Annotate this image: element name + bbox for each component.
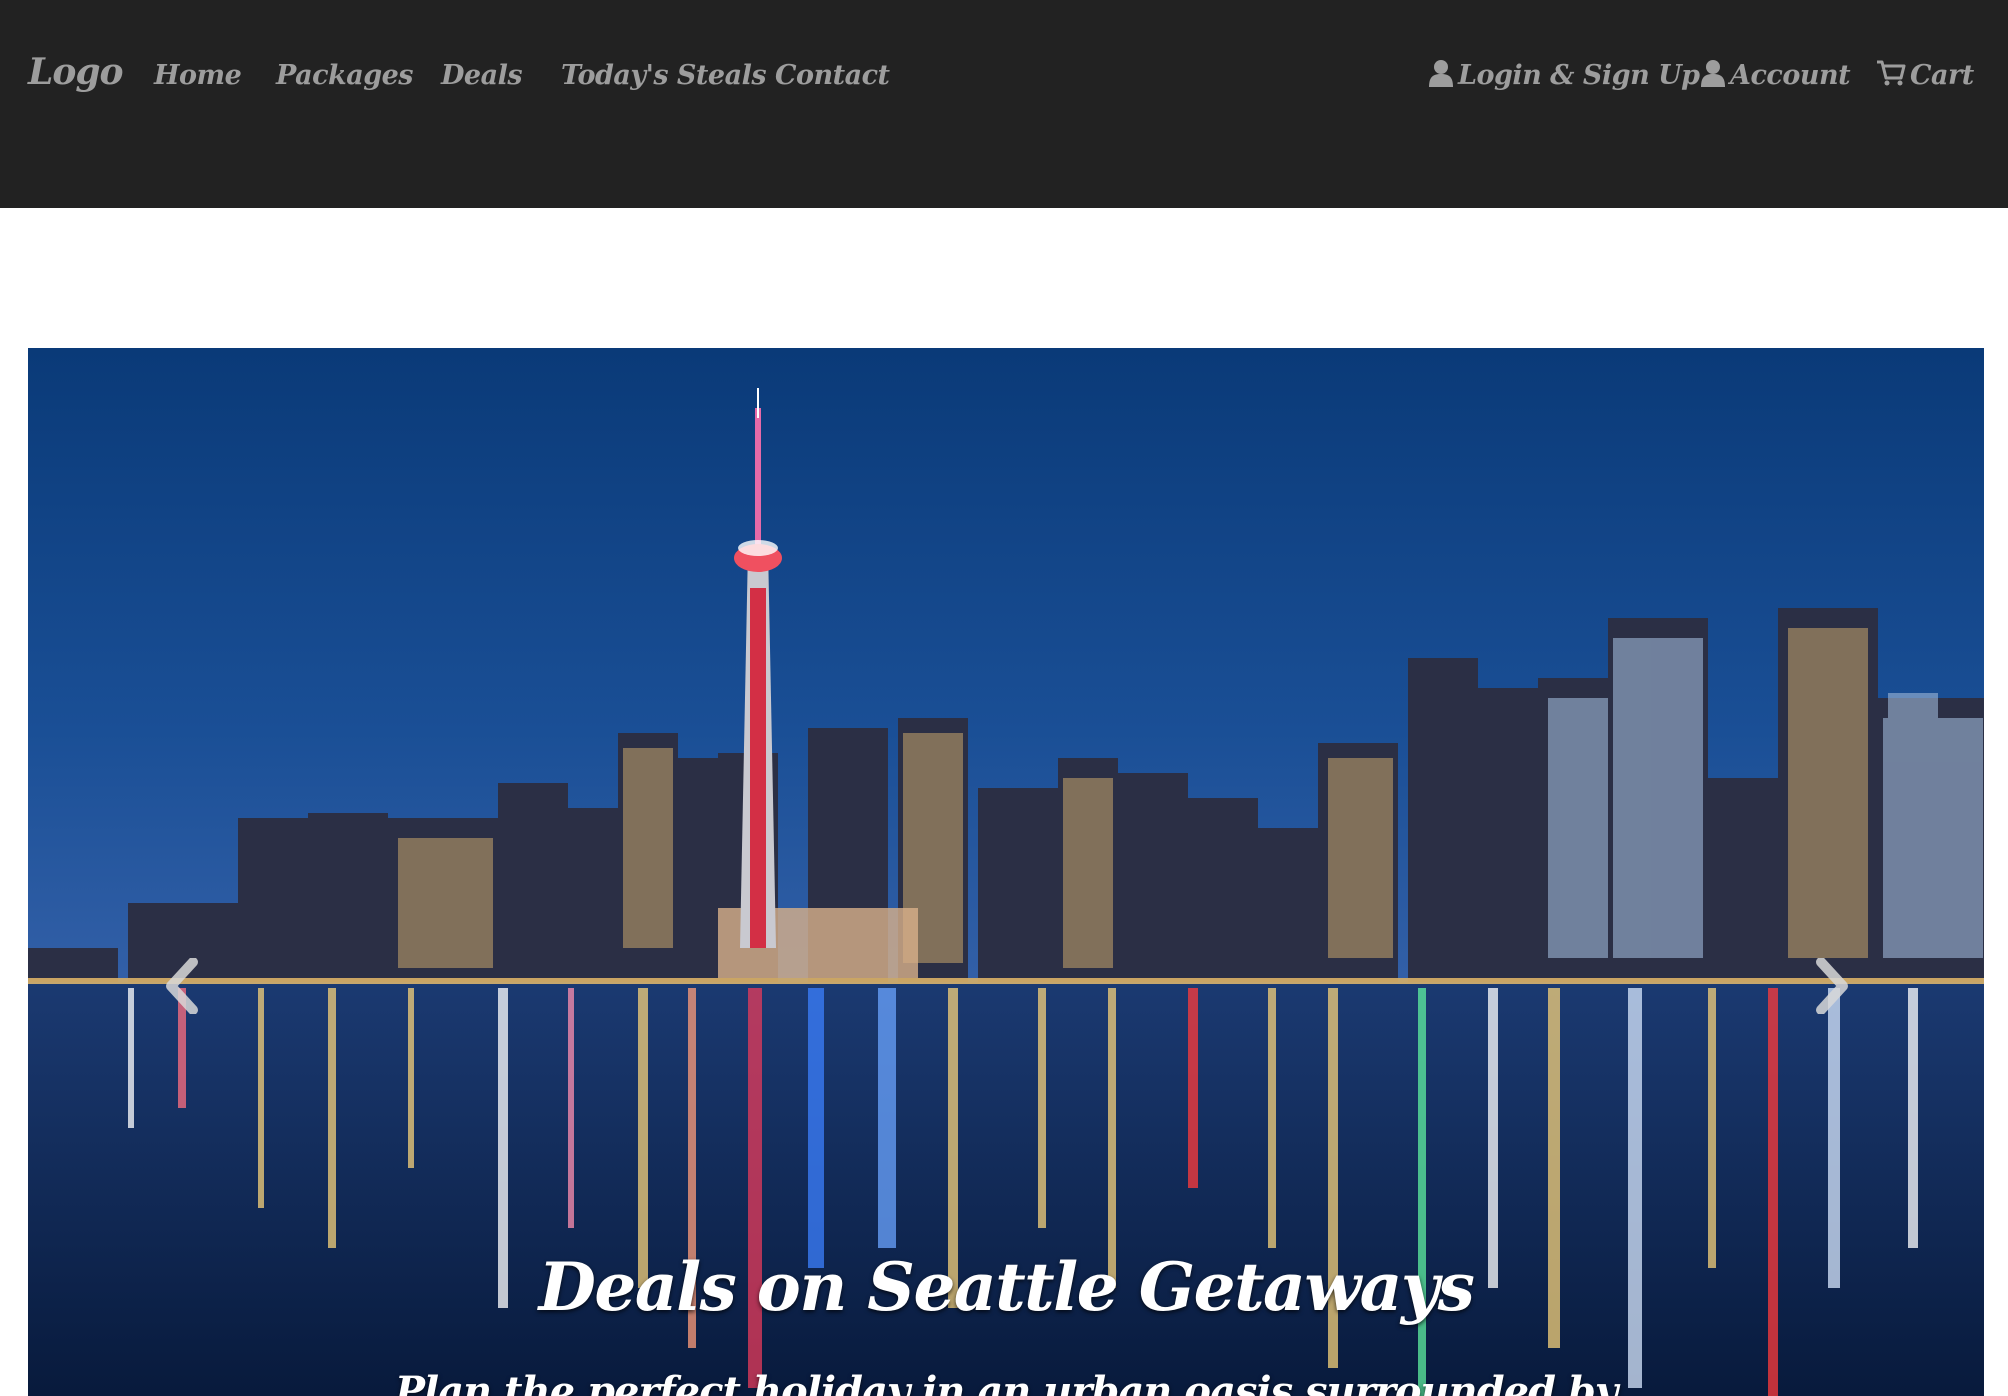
brand-logo-link[interactable]: Logo <box>28 52 124 92</box>
nav-link-packages[interactable]: Packages <box>276 56 413 96</box>
city-skyline-night-image <box>28 348 1984 1396</box>
chevron-right-icon <box>1816 958 1848 1014</box>
user-icon <box>1701 60 1725 87</box>
shopping-cart-icon <box>1877 60 1906 86</box>
cart-label: Cart <box>1910 60 1974 91</box>
login-signup-link[interactable]: Login & Sign Up <box>1428 56 1700 96</box>
nav-link-todays-steals[interactable]: Today's Steals <box>561 56 767 96</box>
cart-link[interactable]: Cart <box>1876 56 1974 96</box>
nav-link-deals[interactable]: Deals <box>441 56 523 96</box>
account-link[interactable]: Account <box>1700 56 1851 96</box>
carousel-caption-title: Deals on Seattle Getaways <box>538 1248 1475 1326</box>
carousel-caption-text: Plan the perfect holiday in an urban oas… <box>394 1368 1618 1396</box>
carousel-prev-control[interactable] <box>148 946 218 1026</box>
account-label: Account <box>1730 60 1851 91</box>
carousel-next-control[interactable] <box>1796 946 1866 1026</box>
user-icon <box>1429 60 1453 87</box>
nav-link-home[interactable]: Home <box>154 56 242 96</box>
nav-link-contact[interactable]: Contact <box>775 56 890 96</box>
top-navbar: Logo Home Packages Deals Today's Steals … <box>0 0 2008 208</box>
login-signup-label: Login & Sign Up <box>1458 60 1700 91</box>
hero-carousel: Deals on Seattle Getaways Plan the perfe… <box>28 348 1984 1396</box>
chevron-left-icon <box>166 958 198 1014</box>
